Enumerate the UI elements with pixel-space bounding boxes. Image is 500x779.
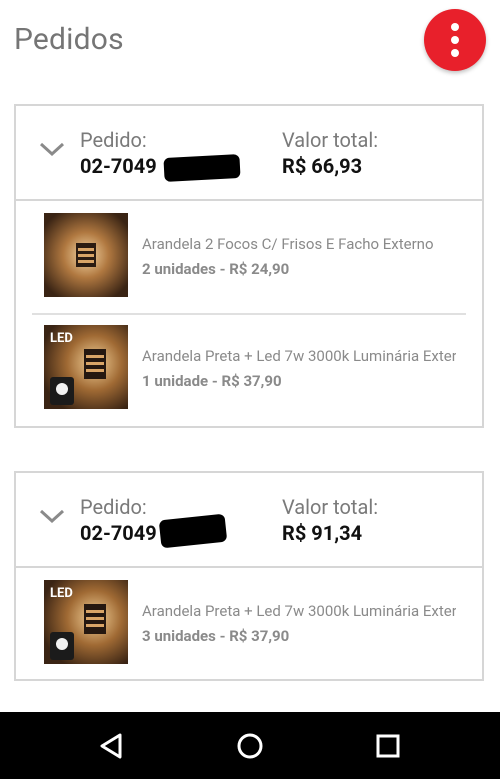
redaction-mark [163,154,241,182]
order-card: Pedido: 02-7049 Valor total: R$ 66,93 Ar… [14,104,484,428]
led-badge: LED [50,586,73,601]
order-label: Pedido: [80,495,147,519]
top-bar: Pedidos [0,0,500,84]
total-value: R$ 66,93 [282,154,363,178]
more-vert-icon [451,23,459,31]
order-header[interactable]: Pedido: 02-7049 Valor total: R$ 66,93 [16,106,482,201]
home-icon[interactable] [236,732,264,760]
list-item[interactable]: Arandela 2 Focos C/ Frisos E Facho Exter… [16,201,482,313]
page-title: Pedidos [14,22,124,57]
item-quantity-price: 3 unidades - R$ 37,90 [142,627,290,645]
order-header[interactable]: Pedido: 02-7049 Valor total: R$ 91,34 [16,473,482,568]
order-card: Pedido: 02-7049 Valor total: R$ 91,34 LE… [14,471,484,681]
back-icon[interactable] [98,732,124,760]
redaction-mark [158,513,228,549]
chevron-down-icon[interactable] [38,140,66,158]
more-options-button[interactable] [424,9,486,71]
led-badge: LED [50,331,73,346]
order-number: 02-7049 [80,154,157,178]
order-number: 02-7049 [80,521,157,545]
item-name: Arandela Preta + Led 7w 3000k Luminária … [142,602,456,620]
order-label: Pedido: [80,128,147,152]
product-image [44,213,128,297]
total-label: Valor total: [282,128,379,152]
chevron-down-icon[interactable] [38,507,66,525]
list-item[interactable]: LED Arandela Preta + Led 7w 3000k Luminá… [16,313,482,425]
system-nav-bar [0,712,500,779]
recents-icon[interactable] [376,734,400,758]
more-vert-icon-dot [451,49,459,57]
item-quantity-price: 2 unidades - R$ 24,90 [142,260,290,278]
item-name: Arandela 2 Focos C/ Frisos E Facho Exter… [142,235,434,253]
more-vert-icon-dot [451,36,459,44]
item-name: Arandela Preta + Led 7w 3000k Luminária … [142,347,456,365]
item-quantity-price: 1 unidade - R$ 37,90 [142,372,282,390]
list-item[interactable]: LED Arandela Preta + Led 7w 3000k Luminá… [16,568,482,680]
product-image: LED [44,325,128,409]
total-value: R$ 91,34 [282,521,363,545]
product-image: LED [44,580,128,664]
total-label: Valor total: [282,495,379,519]
